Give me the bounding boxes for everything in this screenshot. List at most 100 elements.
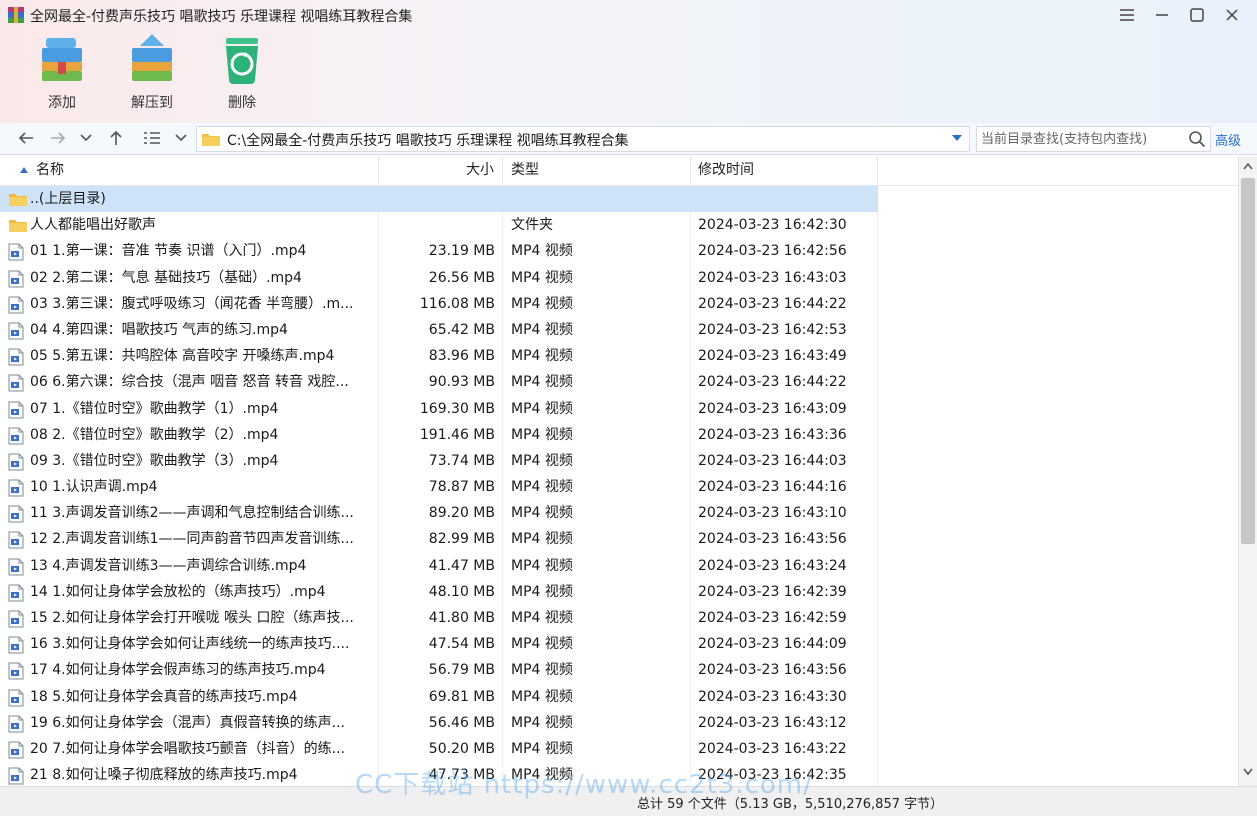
file-modified: 2024-03-23 16:44:09	[698, 636, 847, 653]
file-size: 56.79 MB	[428, 662, 495, 679]
file-type: MP4 视频	[511, 348, 573, 365]
add-archive-icon	[42, 38, 82, 81]
history-dropdown[interactable]	[74, 127, 98, 149]
file-row[interactable]: 15 2.如何让身体学会打开喉咙 喉头 口腔（练声技... 41.80 MB MP4…	[0, 605, 1238, 631]
file-type: MP4 视频	[511, 583, 573, 600]
view-mode-dropdown[interactable]	[169, 127, 193, 149]
back-button[interactable]	[14, 127, 38, 149]
file-name: 15 2.如何让身体学会打开喉咙 喉头 口腔（练声技...	[30, 610, 354, 626]
file-row[interactable]: 16 3.如何让身体学会如何让声线统一的练声技巧.... 47.54 MB MP4 …	[0, 631, 1238, 657]
file-type: MP4 视频	[511, 610, 573, 626]
file-modified: 2024-03-23 16:43:24	[698, 557, 847, 574]
chevron-down-icon	[175, 134, 187, 142]
video-file-icon	[8, 374, 26, 392]
search-field[interactable]	[976, 126, 1211, 152]
file-type: MP4 视频	[511, 479, 573, 496]
video-file-icon	[8, 243, 26, 261]
file-name: 人人都能唱出好歌声	[30, 217, 156, 234]
file-name: 09 3.《错位时空》歌曲教学（3）.mp4	[30, 452, 279, 469]
file-row[interactable]: 04 4.第四课：唱歌技巧 气声的练习.mp4 65.42 MB MP4 视频 202…	[0, 317, 1238, 343]
file-modified: 2024-03-23 16:42:30	[698, 217, 847, 234]
file-size: 82.99 MB	[428, 531, 495, 548]
delete-button[interactable]: 删除	[207, 32, 277, 114]
file-row[interactable]: 09 3.《错位时空》歌曲教学（3）.mp4 73.74 MB MP4 视频 2024…	[0, 448, 1238, 474]
file-name: 19 6.如何让身体学会（混声）真假音转换的练声...	[30, 714, 345, 731]
file-list: ..(上层目录) 人人都能唱出好歌声 文件夹 2024-03-23 16:42:30 0…	[0, 186, 1238, 786]
up-button[interactable]	[104, 127, 128, 149]
file-row[interactable]: 14 1.如何让身体学会放松的（练声技巧）.mp4 48.10 MB MP4 视频 2…	[0, 579, 1238, 605]
video-file-icon	[8, 636, 26, 654]
video-file-icon	[8, 322, 26, 340]
chevron-down-icon	[80, 134, 92, 142]
file-row[interactable]: 05 5.第五课：共鸣腔体 高音咬字 开嗓练声.mp4 83.96 MB MP4 视…	[0, 343, 1238, 369]
path-field[interactable]: C:\全网最全-付费声乐技巧 唱歌技巧 乐理课程 视唱练耳教程合集	[196, 126, 970, 152]
title-bar: 全网最全-付费声乐技巧 唱歌技巧 乐理课程 视唱练耳教程合集	[0, 0, 1257, 30]
file-name: 05 5.第五课：共鸣腔体 高音咬字 开嗓练声.mp4	[30, 348, 335, 365]
parent-directory-row[interactable]: ..(上层目录)	[0, 186, 1238, 213]
file-row[interactable]: 01 1.第一课：音准 节奏 识谱（入门）.mp4 23.19 MB MP4 视频 2…	[0, 238, 1238, 264]
forward-button[interactable]	[46, 127, 70, 149]
file-type: MP4 视频	[511, 557, 573, 574]
file-row[interactable]: 21 8.如何让嗓子彻底释放的练声技巧.mp4 47.73 MB MP4 视频 202…	[0, 762, 1238, 786]
file-row[interactable]: 19 6.如何让身体学会（混声）真假音转换的练声... 56.46 MB MP4 视…	[0, 710, 1238, 736]
file-row[interactable]: 18 5.如何让身体学会真音的练声技巧.mp4 69.81 MB MP4 视频 202…	[0, 684, 1238, 710]
file-size: 90.93 MB	[428, 374, 495, 391]
file-name: 11 3.声调发音训练2——声调和气息控制结合训练...	[30, 505, 354, 522]
vertical-scrollbar[interactable]	[1238, 156, 1257, 786]
scrollbar-thumb[interactable]	[1241, 178, 1255, 544]
file-type: MP4 视频	[511, 426, 573, 443]
file-row[interactable]: 03 3.第三课：腹式呼吸练习（闻花香 半弯腰）.m... 116.08 MB MP…	[0, 291, 1238, 317]
file-name: 06 6.第六课：综合技（混声 咽音 怒音 转音 戏腔...	[30, 374, 349, 391]
list-view-icon	[144, 132, 160, 144]
file-row[interactable]: 11 3.声调发音训练2——声调和气息控制结合训练... 89.20 MB MP4 …	[0, 500, 1238, 526]
file-name: 02 2.第二课：气息 基础技巧（基础）.mp4	[30, 269, 302, 286]
file-type: MP4 视频	[511, 374, 573, 391]
file-size: 191.46 MB	[419, 426, 495, 443]
arrow-up-icon	[110, 130, 122, 145]
window-title: 全网最全-付费声乐技巧 唱歌技巧 乐理课程 视唱练耳教程合集	[30, 9, 413, 25]
column-modified[interactable]: 修改时间	[691, 156, 878, 185]
column-type[interactable]: 类型	[503, 156, 691, 185]
scroll-up-icon[interactable]	[1243, 162, 1253, 170]
file-modified: 2024-03-23 16:44:03	[698, 452, 847, 469]
view-mode-button[interactable]	[140, 127, 164, 149]
file-row[interactable]: 20 7.如何让身体学会唱歌技巧颤音（抖音）的练... 50.20 MB MP4 视…	[0, 736, 1238, 762]
close-button[interactable]	[1218, 4, 1246, 26]
extract-archive-icon	[132, 34, 172, 81]
file-row[interactable]: 12 2.声调发音训练1——同声韵音节四声发音训练... 82.99 MB MP4 …	[0, 526, 1238, 552]
file-modified: 2024-03-23 16:42:53	[698, 321, 847, 338]
file-row[interactable]: 13 4.声调发音训练3——声调综合训练.mp4 41.47 MB MP4 视频 20…	[0, 553, 1238, 579]
search-input[interactable]	[981, 129, 1181, 149]
maximize-button[interactable]	[1183, 4, 1211, 26]
file-row[interactable]: 08 2.《错位时空》歌曲教学（2）.mp4 191.46 MB MP4 视频 202…	[0, 422, 1238, 448]
folder-icon	[8, 217, 27, 233]
file-name: 10 1.认识声调.mp4	[30, 479, 158, 496]
minimize-button[interactable]	[1148, 4, 1176, 26]
file-type: MP4 视频	[511, 688, 573, 705]
file-type: MP4 视频	[511, 505, 573, 522]
file-row[interactable]: 17 4.如何让身体学会假声练习的练声技巧.mp4 56.79 MB MP4 视频 2…	[0, 657, 1238, 683]
caret-down-icon[interactable]	[951, 133, 963, 143]
extract-button[interactable]: 解压到	[117, 32, 187, 114]
file-type	[511, 186, 686, 212]
folder-row[interactable]: 人人都能唱出好歌声 文件夹 2024-03-23 16:42:30	[0, 212, 1238, 238]
advanced-search-link[interactable]: 高级	[1215, 130, 1241, 149]
file-type: 文件夹	[511, 217, 553, 234]
menu-button[interactable]	[1113, 4, 1141, 26]
scroll-down-icon[interactable]	[1243, 768, 1253, 776]
video-file-icon	[8, 558, 26, 576]
add-button[interactable]: 添加	[27, 32, 97, 114]
video-file-icon	[8, 531, 26, 549]
file-name: 03 3.第三课：腹式呼吸练习（闻花香 半弯腰）.m...	[30, 295, 354, 312]
file-size: 26.56 MB	[428, 269, 495, 286]
search-icon[interactable]	[1188, 130, 1206, 148]
file-row[interactable]: 07 1.《错位时空》歌曲教学（1）.mp4 169.30 MB MP4 视频 202…	[0, 396, 1238, 422]
column-size[interactable]: 大小	[379, 156, 503, 185]
file-size: 50.20 MB	[428, 740, 495, 757]
column-name[interactable]: 名称	[0, 156, 379, 185]
file-row[interactable]: 06 6.第六课：综合技（混声 咽音 怒音 转音 戏腔... 90.93 MB MP…	[0, 369, 1238, 395]
file-modified	[698, 186, 876, 212]
file-row[interactable]: 02 2.第二课：气息 基础技巧（基础）.mp4 26.56 MB MP4 视频 20…	[0, 265, 1238, 291]
file-row[interactable]: 10 1.认识声调.mp4 78.87 MB MP4 视频 2024-03-23 16…	[0, 474, 1238, 500]
file-modified: 2024-03-23 16:42:56	[698, 243, 847, 260]
